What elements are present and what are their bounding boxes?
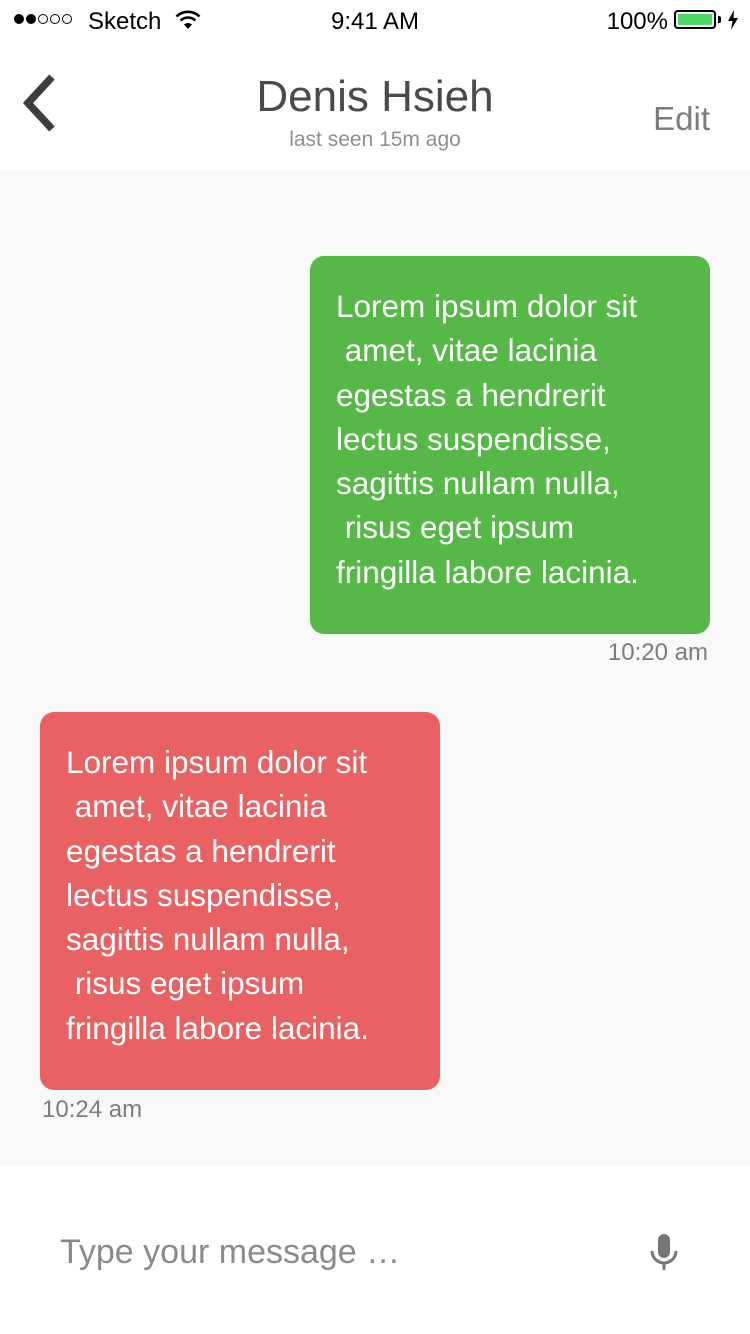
chat-thread[interactable]: Lorem ipsum dolor sit amet, vitae lacini… xyxy=(0,170,750,1166)
edit-button[interactable]: Edit xyxy=(653,100,710,138)
status-bar: Sketch 9:41 AM 100% xyxy=(0,0,750,40)
last-seen-status: last seen 15m ago xyxy=(289,128,461,151)
message-composer xyxy=(0,1166,750,1334)
microphone-icon xyxy=(650,1234,678,1270)
message-bubble-incoming[interactable]: Lorem ipsum dolor sit amet, vitae lacini… xyxy=(40,712,440,1090)
charging-bolt-icon xyxy=(727,10,739,35)
navigation-bar: Denis Hsieh last seen 15m ago Edit xyxy=(0,40,750,170)
contact-name: Denis Hsieh xyxy=(256,72,494,121)
battery-icon xyxy=(674,10,716,29)
battery-tip xyxy=(718,16,721,23)
message-timestamp: 10:20 am xyxy=(607,639,708,666)
battery-percent: 100% xyxy=(606,8,668,35)
microphone-button[interactable] xyxy=(646,1234,682,1274)
battery-fill xyxy=(678,14,712,25)
message-input[interactable] xyxy=(60,1224,600,1280)
message-timestamp: 10:24 am xyxy=(42,1096,143,1123)
message-bubble-outgoing[interactable]: Lorem ipsum dolor sit amet, vitae lacini… xyxy=(310,256,710,634)
